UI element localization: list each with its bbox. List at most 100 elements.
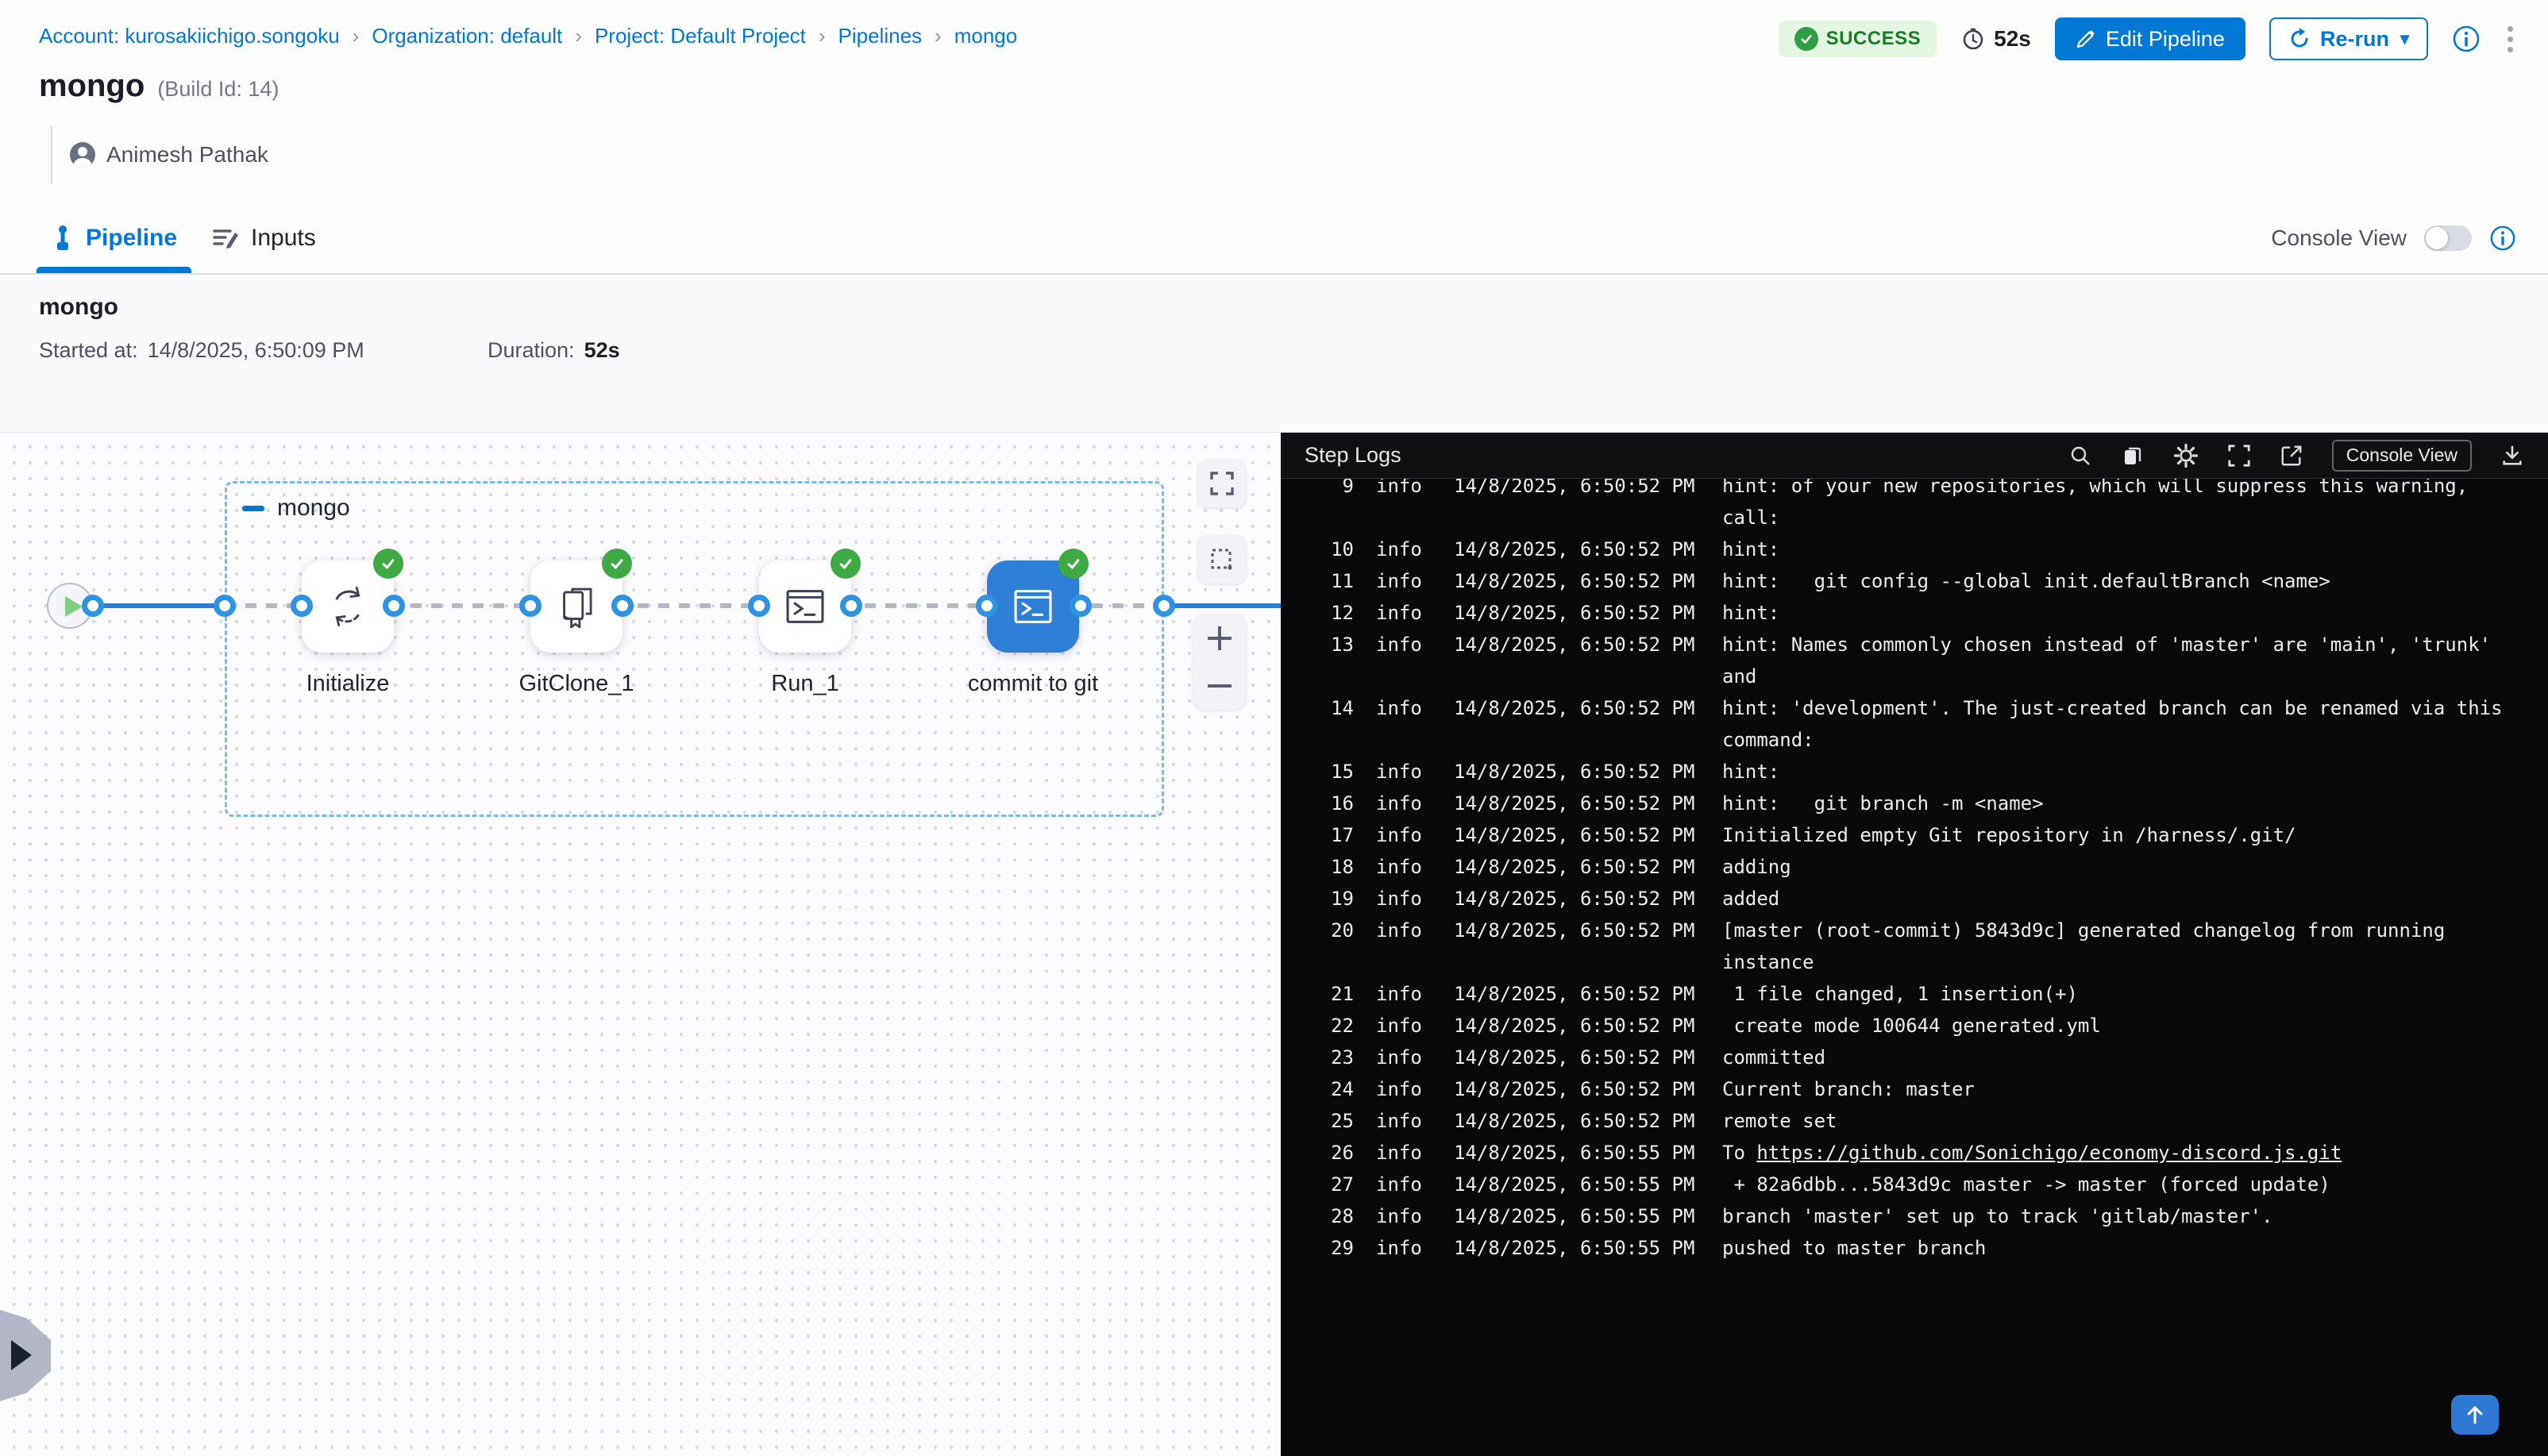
log-open-in-new-icon[interactable] — [2280, 444, 2303, 468]
zoom-out-button[interactable] — [1193, 662, 1246, 710]
log-message: hint: 'development'. The just-created br… — [1722, 692, 2548, 756]
log-copy-icon[interactable] — [2121, 444, 2145, 468]
log-line: 25info14/8/2025, 6:50:52 PMremote set — [1281, 1105, 2548, 1137]
tabs-bar: Pipeline Inputs Console View — [0, 203, 2548, 275]
connector-port[interactable] — [383, 595, 405, 617]
pencil-icon — [2076, 29, 2096, 49]
connector-port[interactable] — [82, 595, 104, 617]
rerun-button[interactable]: Re-run ▾ — [2269, 17, 2428, 60]
log-level: info — [1376, 1010, 1432, 1042]
log-line-number: 21 — [1314, 978, 1354, 1010]
rerun-label: Re-run — [2320, 27, 2389, 52]
log-line: 18info14/8/2025, 6:50:52 PMadding — [1281, 851, 2548, 883]
step-success-icon — [373, 549, 403, 579]
tab-pipeline[interactable]: Pipeline — [51, 203, 177, 273]
log-level: info — [1376, 479, 1432, 533]
log-line-number: 28 — [1314, 1200, 1354, 1232]
connector-port[interactable] — [519, 595, 542, 617]
run-duration-value: 52s — [584, 338, 620, 363]
log-line-number: 9 — [1314, 479, 1354, 533]
log-level: info — [1376, 1200, 1432, 1232]
more-options-menu[interactable] — [2504, 23, 2516, 56]
console-view-toggle[interactable] — [2424, 225, 2472, 251]
log-line: 26info14/8/2025, 6:50:55 PMTo https://gi… — [1281, 1137, 2548, 1169]
log-message: hint: of your new repositories, which wi… — [1722, 479, 2548, 533]
connector-port[interactable] — [976, 595, 998, 617]
log-search-icon[interactable] — [2068, 444, 2092, 468]
log-level: info — [1376, 1169, 1432, 1200]
breadcrumb-item[interactable]: Account: kurosakiichigo.songoku — [39, 24, 340, 48]
log-line: 13info14/8/2025, 6:50:52 PMhint: Names c… — [1281, 629, 2548, 692]
log-settings-gear-icon[interactable] — [2173, 443, 2199, 468]
log-header: Step Logs Console View — [1281, 433, 2548, 479]
log-download-icon[interactable] — [2500, 444, 2524, 468]
breadcrumb-item[interactable]: Organization: default — [372, 24, 562, 48]
log-line-number: 27 — [1314, 1169, 1354, 1200]
canvas-zoom-controls — [1193, 614, 1246, 710]
log-timestamp: 14/8/2025, 6:50:52 PM — [1454, 1105, 1700, 1137]
breadcrumb-item[interactable]: Project: Default Project — [595, 24, 806, 48]
log-timestamp: 14/8/2025, 6:50:52 PM — [1454, 1073, 1700, 1105]
connector-port[interactable] — [748, 595, 770, 617]
canvas-fit-view-button[interactable] — [1198, 460, 1246, 507]
stage-collapse-control[interactable]: mongo — [242, 495, 350, 522]
connector-port[interactable] — [840, 595, 862, 617]
log-link[interactable]: https://github.com/Sonichigo/economy-dis… — [1756, 1142, 2342, 1164]
log-fullscreen-icon[interactable] — [2227, 444, 2251, 468]
breadcrumb-item[interactable]: mongo — [954, 24, 1018, 48]
log-line: 11info14/8/2025, 6:50:52 PMhint: git con… — [1281, 565, 2548, 597]
edit-pipeline-label: Edit Pipeline — [2106, 27, 2225, 52]
log-line-number: 14 — [1314, 692, 1354, 756]
log-line-number: 11 — [1314, 565, 1354, 597]
page-title: mongo — [39, 68, 145, 104]
step-success-icon — [831, 549, 861, 579]
log-message: hint: git config --global init.defaultBr… — [1722, 565, 2548, 597]
log-line: 19info14/8/2025, 6:50:52 PMadded — [1281, 883, 2548, 915]
log-timestamp: 14/8/2025, 6:50:55 PM — [1454, 1137, 1700, 1169]
terminal-icon — [781, 582, 830, 631]
tab-inputs[interactable]: Inputs — [213, 203, 316, 273]
log-level: info — [1376, 756, 1432, 788]
run-duration: Duration: 52s — [488, 338, 620, 363]
started-at-value: 14/8/2025, 6:50:09 PM — [148, 338, 364, 363]
log-line: 29info14/8/2025, 6:50:55 PMpushed to mas… — [1281, 1232, 2548, 1264]
connector-port[interactable] — [1153, 595, 1175, 617]
connector-port[interactable] — [291, 595, 313, 617]
log-panel-title: Step Logs — [1305, 443, 1401, 468]
log-line: 15info14/8/2025, 6:50:52 PMhint: — [1281, 756, 2548, 788]
connector-port[interactable] — [611, 595, 634, 617]
edit-pipeline-button[interactable]: Edit Pipeline — [2055, 17, 2245, 60]
canvas-select-mode-button[interactable] — [1198, 536, 1246, 584]
log-message: added — [1722, 883, 2548, 915]
left-panel-expander[interactable] — [0, 1310, 51, 1401]
breadcrumb-item[interactable]: Pipelines — [838, 24, 923, 48]
log-line-number: 13 — [1314, 629, 1354, 692]
run-info-icon[interactable] — [2452, 25, 2481, 53]
pipeline-canvas[interactable]: mongo InitializeGitClone_1Run_1commit to… — [0, 433, 1281, 1456]
connector-port[interactable] — [214, 595, 236, 617]
log-timestamp: 14/8/2025, 6:50:52 PM — [1454, 1042, 1700, 1073]
log-timestamp: 14/8/2025, 6:50:55 PM — [1454, 1200, 1700, 1232]
breadcrumb-separator: › — [935, 24, 942, 48]
breadcrumb-separator: › — [575, 24, 582, 48]
pipeline-step-commit-to-git[interactable] — [987, 560, 1079, 653]
duration-value: 52s — [1994, 26, 2031, 52]
play-icon — [65, 596, 83, 617]
pipeline-step-run_1[interactable] — [759, 560, 851, 653]
connector-port[interactable] — [1070, 595, 1092, 617]
log-scroll-area[interactable]: 9 info 14/8/2025, 6:50:52 PM hint: of your … — [1281, 479, 2548, 1456]
log-line-number: 29 — [1314, 1232, 1354, 1264]
pipeline-step-gitclone_1[interactable] — [530, 560, 623, 653]
scroll-to-top-button[interactable] — [2451, 1395, 2499, 1435]
log-timestamp: 14/8/2025, 6:50:52 PM — [1454, 629, 1700, 692]
zoom-in-button[interactable] — [1193, 614, 1246, 662]
pipeline-step-initialize[interactable] — [302, 560, 394, 653]
log-level: info — [1376, 1232, 1432, 1264]
log-message: [master (root-commit) 5843d9c] generated… — [1722, 915, 2548, 978]
console-view-info-icon[interactable] — [2489, 225, 2516, 252]
log-console-view-button[interactable]: Console View — [2332, 440, 2472, 472]
stage-run-title: mongo — [39, 294, 118, 321]
collapse-minus-icon[interactable] — [242, 506, 264, 511]
log-line-number: 17 — [1314, 819, 1354, 851]
log-level: info — [1376, 1042, 1432, 1073]
